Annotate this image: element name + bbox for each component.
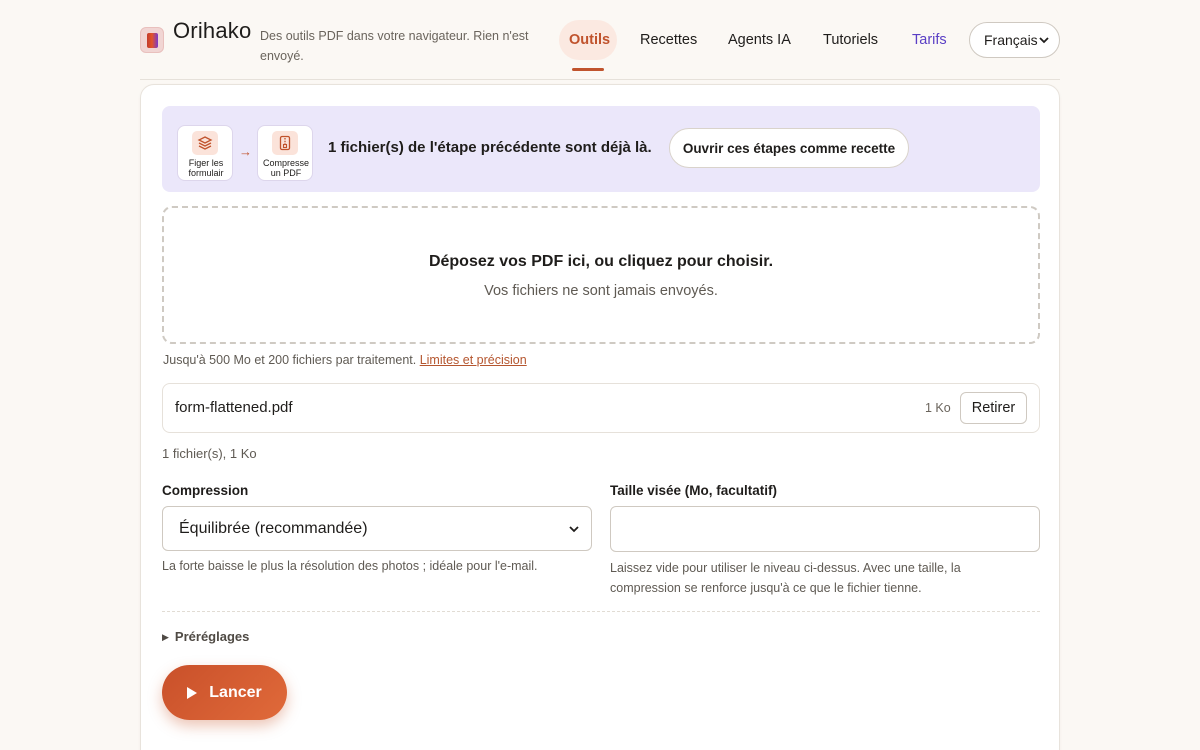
step-compress-pdf[interactable]: Compresse un PDF xyxy=(257,125,313,181)
nav-active-underline xyxy=(572,68,604,71)
file-name: form-flattened.pdf xyxy=(175,399,293,416)
target-size-help: Laissez vide pour utiliser le niveau ci-… xyxy=(610,561,961,595)
compression-value: Équilibrée (recommandée) xyxy=(179,519,368,537)
presets-label: Préréglages xyxy=(174,629,250,644)
limits-text: Jusqu'à 500 Mo et 200 fichiers par trait… xyxy=(163,353,417,367)
file-zip-icon xyxy=(272,131,298,155)
step-flatten-forms[interactable]: Figer les formulair xyxy=(177,125,233,181)
run-label: Lancer xyxy=(209,683,262,701)
tool-card: Figer les formulair → Compresse un PDF 1… xyxy=(140,84,1060,750)
target-size-input[interactable] xyxy=(610,506,1040,552)
compression-label: Compression xyxy=(162,483,249,498)
brand-name[interactable]: Orihako xyxy=(173,18,251,44)
language-value: Français xyxy=(984,32,1038,48)
recipe-banner: Figer les formulair → Compresse un PDF 1… xyxy=(162,106,1040,192)
banner-message: 1 fichier(s) de l'étape précédente sont … xyxy=(328,139,652,156)
remove-file-button[interactable]: Retirer xyxy=(960,392,1027,424)
compression-select[interactable]: Équilibrée (recommandée) xyxy=(162,506,592,551)
logo-icon[interactable] xyxy=(140,27,164,53)
chevron-down-icon xyxy=(1039,37,1049,44)
play-icon xyxy=(187,686,198,699)
pdf-dropzone[interactable]: Déposez vos PDF ici, ou cliquez pour cho… xyxy=(162,206,1040,344)
section-divider xyxy=(162,611,1040,612)
dropzone-title: Déposez vos PDF ici, ou cliquez pour cho… xyxy=(428,253,774,270)
nav-item-outils[interactable]: Outils xyxy=(569,32,610,48)
limits-link[interactable]: Limites et précision xyxy=(420,353,527,367)
arrow-right-icon: → xyxy=(239,144,252,159)
file-row: form-flattened.pdf 1 Ko Retirer xyxy=(162,383,1040,433)
triangle-right-icon: ▶ xyxy=(162,632,169,642)
chevron-down-icon xyxy=(569,526,579,533)
nav-item-tutoriels[interactable]: Tutoriels xyxy=(823,32,878,48)
language-select[interactable]: Français xyxy=(969,22,1060,58)
target-size-label: Taille visée (Mo, facultatif) xyxy=(610,483,778,498)
open-as-recipe-button[interactable]: Ouvrir ces étapes comme recette xyxy=(669,128,909,168)
file-size: 1 Ko xyxy=(925,401,951,415)
nav-item-recettes[interactable]: Recettes xyxy=(640,32,697,48)
site-header: Orihako Des outils PDF dans votre naviga… xyxy=(140,0,1060,80)
step-label: Compresse un PDF xyxy=(262,158,309,178)
compression-help: La forte baisse le plus la résolution de… xyxy=(162,559,538,573)
files-summary: 1 fichier(s), 1 Ko xyxy=(162,446,257,461)
layers-icon xyxy=(192,131,218,155)
presets-toggle[interactable]: ▶ Préréglages xyxy=(162,629,249,644)
run-button[interactable]: Lancer xyxy=(162,665,287,720)
dropzone-subtitle: Vos fichiers ne sont jamais envoyés. xyxy=(484,283,718,299)
nav-item-tarifs[interactable]: Tarifs xyxy=(912,32,947,48)
limits-note: Jusqu'à 500 Mo et 200 fichiers par trait… xyxy=(163,353,527,367)
tagline: Des outils PDF dans votre navigateur. Ri… xyxy=(260,29,529,63)
step-label: Figer les formulair xyxy=(188,158,224,178)
nav-item-agents-ia[interactable]: Agents IA xyxy=(728,32,791,48)
